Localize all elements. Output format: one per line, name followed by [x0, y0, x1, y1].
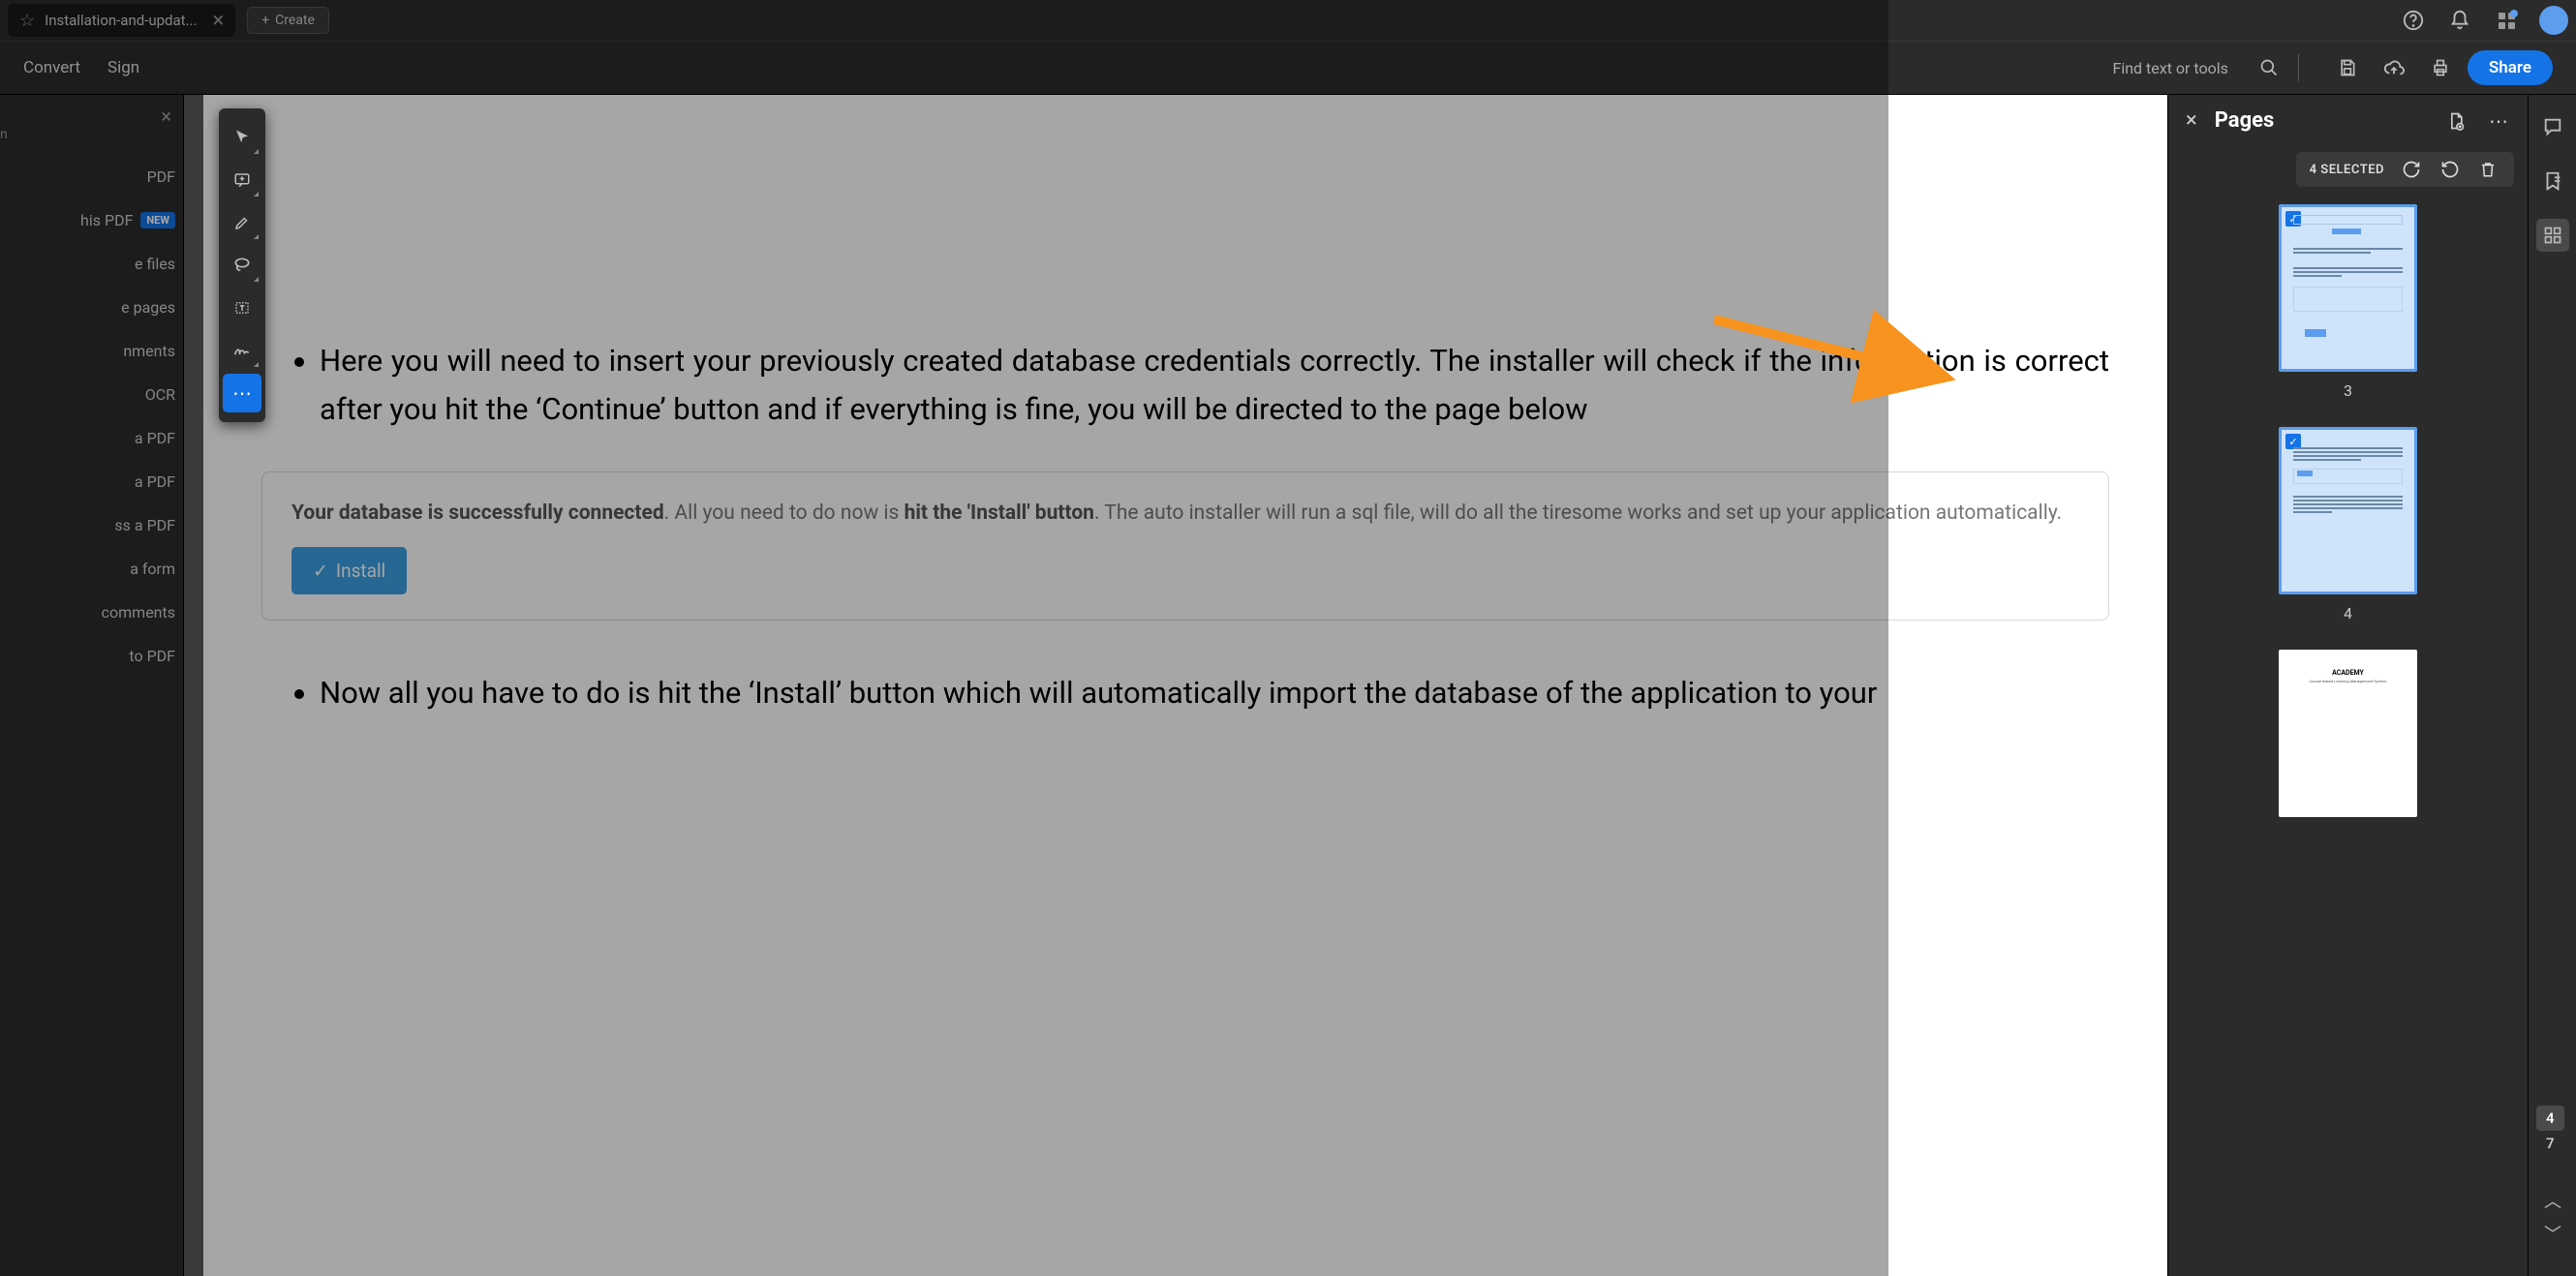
sidebar-item[interactable]: a form	[0, 547, 183, 591]
info-box: Your database is successfully connected.…	[261, 471, 2109, 621]
apps-icon[interactable]	[2493, 7, 2520, 34]
pages-title: Pages	[2215, 108, 2275, 133]
sidebar-item[interactable]: ss a PDF	[0, 503, 183, 547]
pages-panel: × Pages ⋯ 4 SELECTED ✓	[2167, 95, 2528, 1276]
textbox-tool-icon[interactable]	[223, 289, 261, 327]
share-label: Share	[2489, 58, 2531, 77]
tab-title: Installation-and-updat...	[45, 12, 197, 29]
sidebar-item[interactable]: a PDF	[0, 460, 183, 503]
sidebar-item[interactable]: comments	[0, 591, 183, 634]
more-tools-icon[interactable]: ⋯	[223, 374, 261, 412]
find-text-label[interactable]: Find text or tools	[2112, 59, 2227, 77]
create-label: Create	[275, 13, 315, 28]
divider	[2298, 54, 2299, 81]
sign-tool-icon[interactable]	[223, 331, 261, 370]
search-icon[interactable]	[2255, 54, 2283, 81]
document-tab[interactable]: ☆ Installation-and-updat... ×	[8, 4, 235, 37]
thumbnails-list[interactable]: ✓ 3 ✓ 4 AC	[2168, 197, 2528, 1276]
bookmark-icon[interactable]	[2536, 165, 2569, 197]
close-tab-icon[interactable]: ×	[206, 9, 224, 33]
page-indicator: 4 7	[2536, 1106, 2564, 1152]
main-area: × n PDF his PDF NEW e files e pages nmen…	[0, 95, 2576, 1276]
share-button[interactable]: Share	[2468, 50, 2553, 85]
selection-toolbar: 4 SELECTED	[2296, 152, 2514, 187]
page-thumbnail[interactable]: ✓ 3	[2168, 204, 2528, 400]
new-badge: NEW	[140, 212, 175, 228]
total-pages: 7	[2546, 1135, 2555, 1152]
avatar[interactable]	[2539, 6, 2568, 35]
selection-tool-icon[interactable]	[223, 118, 261, 157]
pdf-page: Here you will need to insert your previo…	[203, 95, 2167, 1276]
right-rail: 4 7 ︿ ﹀	[2528, 95, 2576, 1276]
sidebar-item[interactable]: a PDF	[0, 416, 183, 460]
document-text: Now all you have to do is hit the ‘Insta…	[320, 669, 2109, 717]
print-icon[interactable]	[2427, 54, 2454, 81]
comment-tool-icon[interactable]	[223, 161, 261, 199]
page-number: 3	[2344, 381, 2352, 400]
menu-convert[interactable]: Convert	[23, 58, 80, 77]
sidebar-item[interactable]: e pages	[0, 286, 183, 329]
sidebar-item[interactable]: e files	[0, 242, 183, 286]
highlight-tool-icon[interactable]	[223, 203, 261, 242]
save-icon[interactable]	[2334, 54, 2361, 81]
page-thumbnail[interactable]: ✓ 4	[2168, 427, 2528, 623]
page-down-icon[interactable]: ﹀	[2536, 1220, 2569, 1247]
lasso-tool-icon[interactable]	[223, 246, 261, 285]
selected-count: 4 SELECTED	[2310, 163, 2384, 177]
add-page-icon[interactable]	[2446, 110, 2469, 132]
document-text: Here you will need to insert your previo…	[320, 337, 2109, 433]
rotate-cw-icon[interactable]	[2402, 160, 2423, 179]
menu-sign[interactable]: Sign	[107, 58, 139, 77]
chat-icon[interactable]	[2536, 110, 2569, 143]
help-icon[interactable]	[2400, 7, 2427, 34]
close-panel-icon[interactable]: ×	[2186, 108, 2197, 133]
close-sidebar-icon[interactable]: ×	[161, 105, 171, 128]
floating-toolbar: ⋯	[219, 108, 265, 422]
more-icon[interactable]: ⋯	[2487, 109, 2510, 133]
star-icon[interactable]: ☆	[19, 11, 35, 31]
sidebar-item[interactable]: PDF	[0, 155, 183, 198]
trash-icon[interactable]	[2479, 160, 2500, 179]
sidebar-item[interactable]: his PDF NEW	[0, 198, 183, 242]
rotate-ccw-icon[interactable]	[2440, 160, 2462, 179]
document-viewport[interactable]: ⋯ Here you will need to insert your prev…	[184, 95, 2167, 1276]
sidebar-item[interactable]: to PDF	[0, 634, 183, 678]
left-sidebar: × n PDF his PDF NEW e files e pages nmen…	[0, 95, 184, 1276]
page-up-icon[interactable]: ︿	[2536, 1187, 2569, 1214]
cloud-upload-icon[interactable]	[2380, 54, 2407, 81]
sidebar-item[interactable]: nments	[0, 329, 183, 373]
page-thumbnail[interactable]: ACADEMY Course Based Learning Management…	[2168, 650, 2528, 817]
tab-bar: ☆ Installation-and-updat... × + Create	[0, 0, 2576, 41]
plus-icon: +	[261, 13, 269, 28]
check-icon: ✓	[313, 557, 328, 585]
current-page[interactable]: 4	[2536, 1106, 2564, 1131]
sidebar-item[interactable]: OCR	[0, 373, 183, 416]
thumbnails-icon[interactable]	[2536, 219, 2569, 252]
page-nav: ︿ ﹀	[2536, 1187, 2569, 1247]
create-button[interactable]: + Create	[247, 7, 329, 34]
pages-panel-header: × Pages ⋯	[2168, 95, 2528, 146]
toolbar: Convert Sign Find text or tools Share	[0, 41, 2576, 95]
install-button-graphic: ✓ Install	[291, 547, 407, 594]
bell-icon[interactable]	[2446, 7, 2473, 34]
page-number: 4	[2344, 604, 2352, 623]
sidebar-item[interactable]: n	[0, 114, 183, 155]
